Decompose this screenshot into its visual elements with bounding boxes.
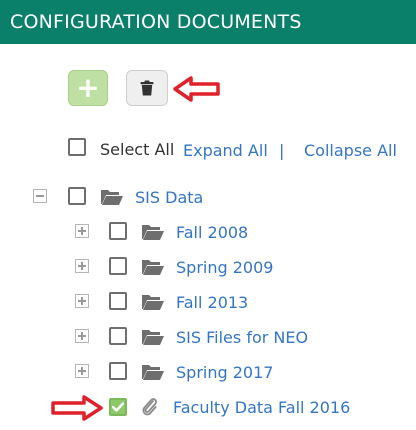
folder-open-icon <box>101 190 123 205</box>
link-separator: | <box>279 141 285 160</box>
tree-node-sis-data[interactable]: SIS Data <box>135 188 203 207</box>
folder-open-icon <box>142 330 164 345</box>
annotation-arrow-right-icon <box>51 395 103 421</box>
panel-title: CONFIGURATION DOCUMENTS <box>10 11 302 33</box>
select-all-checkbox[interactable] <box>68 138 86 156</box>
tree-checkbox-spring-2009[interactable] <box>109 257 127 275</box>
tree-node-sis-files-for-neo[interactable]: SIS Files for NEO <box>176 328 308 347</box>
folder-open-icon <box>142 225 164 240</box>
expand-toggle-icon[interactable] <box>75 294 89 308</box>
tree-node-spring-2009[interactable]: Spring 2009 <box>176 258 273 277</box>
tree-checkbox-sis-files-for-neo[interactable] <box>109 327 127 345</box>
expand-toggle-icon[interactable] <box>75 329 89 343</box>
tree-checkbox-sis-data[interactable] <box>68 187 86 205</box>
delete-button[interactable] <box>126 70 168 106</box>
folder-open-icon <box>142 260 164 275</box>
expand-toggle-icon[interactable] <box>75 259 89 273</box>
trash-icon <box>140 80 154 96</box>
folder-open-icon <box>142 295 164 310</box>
tree-checkbox-faculty-data[interactable] <box>109 398 127 416</box>
collapse-all-link[interactable]: Collapse All <box>304 141 397 160</box>
expand-all-link[interactable]: Expand All <box>183 141 268 160</box>
add-button[interactable]: + <box>68 70 108 106</box>
paperclip-icon <box>142 398 157 416</box>
checkmark-icon <box>112 402 124 412</box>
folder-open-icon <box>142 365 164 380</box>
expand-toggle-icon[interactable] <box>75 364 89 378</box>
select-all-label: Select All <box>100 140 175 159</box>
annotation-arrow-left-icon <box>173 76 220 102</box>
tree-checkbox-spring-2017[interactable] <box>109 362 127 380</box>
plus-icon: + <box>76 71 100 104</box>
expand-toggle-icon[interactable] <box>75 224 89 238</box>
panel-header: CONFIGURATION DOCUMENTS <box>0 0 416 44</box>
tree-checkbox-fall-2008[interactable] <box>109 222 127 240</box>
tree-node-fall-2013[interactable]: Fall 2013 <box>176 293 248 312</box>
tree-node-spring-2017[interactable]: Spring 2017 <box>176 363 273 382</box>
tree-checkbox-fall-2013[interactable] <box>109 292 127 310</box>
tree-file-faculty-data[interactable]: Faculty Data Fall 2016 <box>173 398 350 417</box>
tree-node-fall-2008[interactable]: Fall 2008 <box>176 223 248 242</box>
collapse-toggle-icon[interactable] <box>33 189 47 203</box>
